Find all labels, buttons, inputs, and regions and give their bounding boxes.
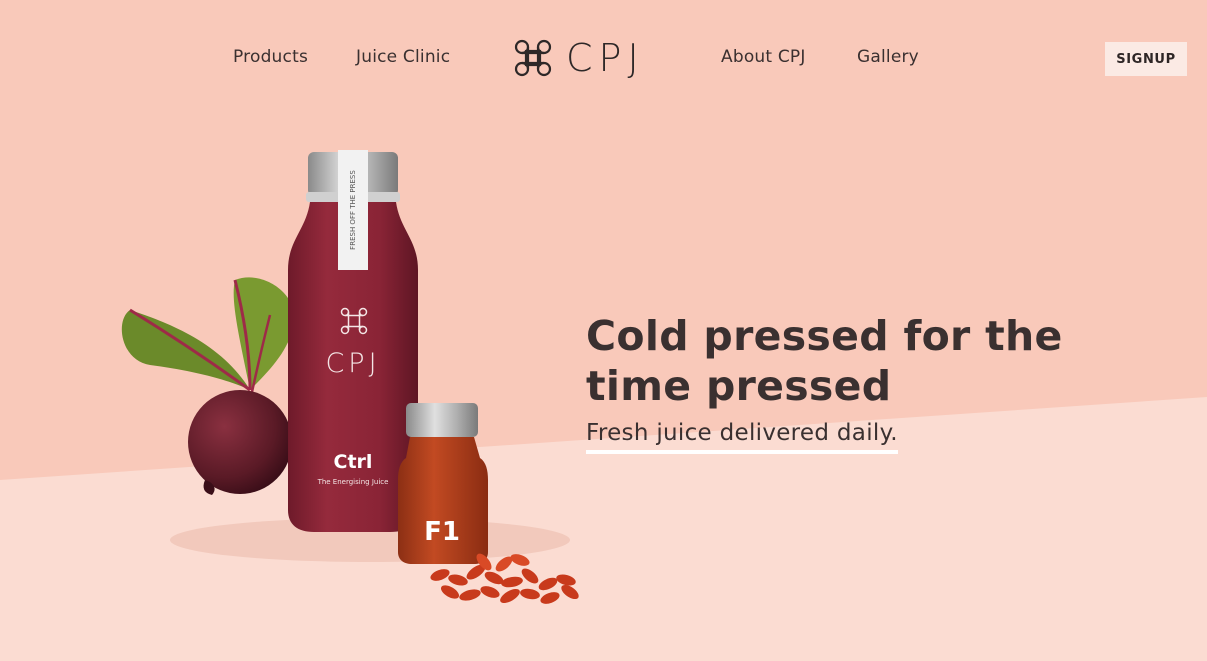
f1-shot-bottle: F1 xyxy=(398,403,488,564)
bottle-band-text: FRESH OFF THE PRESS xyxy=(349,170,357,250)
bottle-brand: CPJ xyxy=(325,348,380,379)
product-image: FRESH OFF THE PRESS CPJ Ctrl The Energis… xyxy=(121,150,579,604)
hero-title: Cold pressed for the time pressed xyxy=(586,312,1063,410)
command-symbol-icon xyxy=(514,39,552,77)
nav-link-about[interactable]: About CPJ xyxy=(721,47,806,67)
top-navigation: Products Juice Clinic CPJ About CPJ Gall… xyxy=(0,0,1207,118)
nav-link-products[interactable]: Products xyxy=(233,47,308,67)
hero-subtitle: Fresh juice delivered daily. xyxy=(586,420,898,454)
bottle-product-name: Ctrl xyxy=(334,451,373,473)
bottle-product-desc: The Energising Juice xyxy=(317,478,389,486)
logo-text: CPJ xyxy=(566,36,645,80)
beetroot-leaves xyxy=(121,277,295,393)
signup-button[interactable]: SIGNUP xyxy=(1105,42,1187,76)
nav-link-gallery[interactable]: Gallery xyxy=(857,47,919,67)
nav-link-juice-clinic[interactable]: Juice Clinic xyxy=(356,47,450,67)
shot-product-name: F1 xyxy=(424,517,460,547)
cpj-logo[interactable]: CPJ xyxy=(514,39,645,77)
beetroot xyxy=(188,390,292,494)
